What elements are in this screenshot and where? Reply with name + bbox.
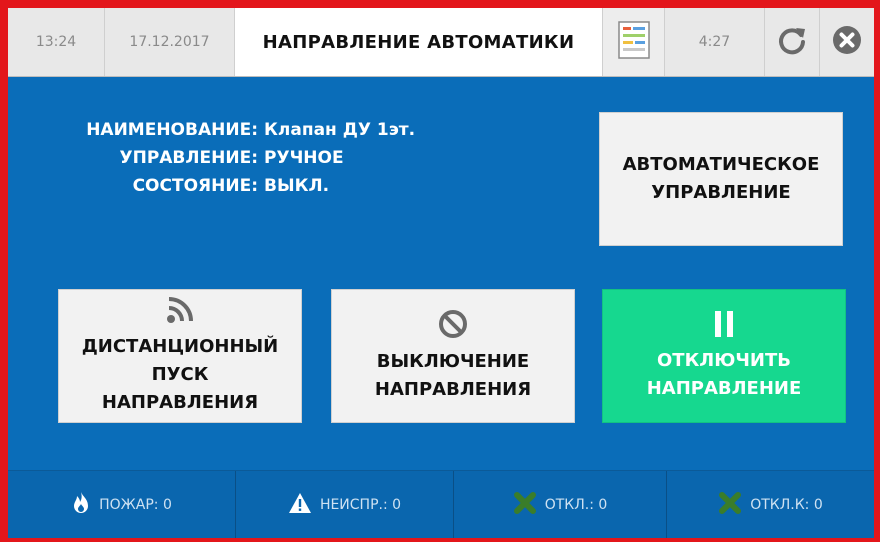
report-button[interactable] bbox=[603, 8, 665, 76]
cross-icon bbox=[718, 491, 742, 520]
off-k-counter[interactable]: ОТКЛ.К: 0 bbox=[667, 471, 874, 538]
page-title: НАПРАВЛЕНИЕ АВТОМАТИКИ bbox=[235, 8, 603, 76]
fire-icon bbox=[71, 491, 91, 520]
remote-label-line3: НАПРАВЛЕНИЯ bbox=[101, 392, 259, 413]
pause-icon bbox=[712, 309, 736, 343]
off-counter[interactable]: ОТКЛ.: 0 bbox=[454, 471, 667, 538]
control-label: УПРАВЛЕНИЕ: bbox=[119, 148, 258, 168]
name-value: Клапан ДУ 1эт. bbox=[264, 120, 416, 140]
turn-off-direction-button[interactable]: ОТКЛЮЧИТЬ НАПРАВЛЕНИЕ bbox=[602, 289, 846, 423]
control-value: РУЧНОЕ bbox=[264, 148, 344, 168]
remote-label-line2: ПУСК bbox=[151, 364, 209, 385]
name-row: НАИМЕНОВАНИЕ: Клапан ДУ 1эт. bbox=[8, 116, 448, 144]
refresh-icon bbox=[776, 24, 808, 61]
state-row: СОСТОЯНИЕ: ВЫКЛ. bbox=[8, 172, 448, 200]
ban-icon bbox=[437, 308, 469, 344]
state-label: СОСТОЯНИЕ: bbox=[132, 176, 258, 196]
disable-direction-button[interactable]: ВЫКЛЮЧЕНИЕ НАПРАВЛЕНИЯ bbox=[331, 289, 575, 423]
off-k-count: ОТКЛ.К: 0 bbox=[750, 497, 823, 513]
off-label-line2: НАПРАВЛЕНИЕ bbox=[646, 378, 802, 399]
main-panel: 13:24 17.12.2017 НАПРАВЛЕНИЕ АВТОМАТИКИ … bbox=[8, 8, 874, 538]
automatic-control-button[interactable]: АВТОМАТИЧЕСКОЕ УПРАВЛЕНИЕ bbox=[599, 112, 843, 246]
auto-label-line2: УПРАВЛЕНИЕ bbox=[651, 182, 791, 203]
disable-label-line2: НАПРАВЛЕНИЯ bbox=[374, 379, 532, 400]
close-button[interactable] bbox=[820, 8, 874, 76]
remote-start-button[interactable]: ДИСТАНЦИОННЫЙ ПУСК НАПРАВЛЕНИЯ bbox=[58, 289, 302, 423]
report-icon bbox=[617, 20, 651, 65]
warning-icon bbox=[288, 492, 312, 519]
status-bar: ПОЖАР: 0 НЕИСПР.: 0 ОТКЛ.: 0 ОТКЛ.К: 0 bbox=[8, 470, 874, 538]
fire-counter[interactable]: ПОЖАР: 0 bbox=[8, 471, 236, 538]
fault-count: НЕИСПР.: 0 bbox=[319, 497, 402, 513]
off-count: ОТКЛ.: 0 bbox=[544, 497, 608, 513]
clock-time: 13:24 bbox=[8, 8, 105, 76]
remote-label-line1: ДИСТАНЦИОННЫЙ bbox=[81, 336, 279, 357]
session-timer: 4:27 bbox=[665, 8, 765, 76]
name-label: НАИМЕНОВАНИЕ: bbox=[86, 120, 258, 140]
current-date: 17.12.2017 bbox=[105, 8, 235, 76]
disable-label-line1: ВЫКЛЮЧЕНИЕ bbox=[376, 351, 530, 372]
fault-counter[interactable]: НЕИСПР.: 0 bbox=[236, 471, 454, 538]
cross-icon bbox=[513, 491, 537, 520]
device-info: НАИМЕНОВАНИЕ: Клапан ДУ 1эт. УПРАВЛЕНИЕ:… bbox=[8, 116, 448, 200]
control-row: УПРАВЛЕНИЕ: РУЧНОЕ bbox=[8, 144, 448, 172]
auto-label-line1: АВТОМАТИЧЕСКОЕ bbox=[622, 154, 820, 175]
header-bar: 13:24 17.12.2017 НАПРАВЛЕНИЕ АВТОМАТИКИ … bbox=[8, 8, 874, 77]
state-value: ВЫКЛ. bbox=[264, 176, 330, 196]
fire-count: ПОЖАР: 0 bbox=[99, 497, 172, 513]
off-label-line1: ОТКЛЮЧИТЬ bbox=[657, 350, 791, 371]
rss-icon bbox=[165, 295, 195, 329]
close-icon bbox=[832, 25, 862, 60]
refresh-button[interactable] bbox=[765, 8, 820, 76]
